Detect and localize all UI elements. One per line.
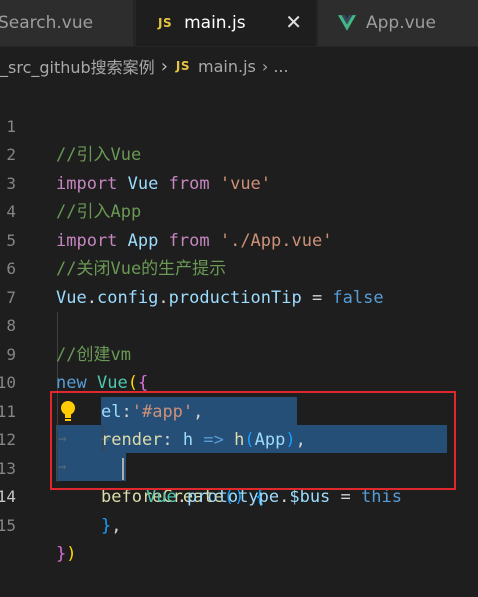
tab-label: Search.vue (0, 13, 94, 33)
code-line: 2 import Vue from 'vue' (0, 113, 478, 194)
code-line: 1 //引入Vue (0, 84, 478, 166)
code-line: 3 //引入App (0, 141, 478, 223)
code-line: 9 new Vue({ (0, 312, 478, 394)
breadcrumb: _src_github搜索案例 › JS main.js › ... (0, 47, 478, 85)
tab-label: App.vue (366, 13, 436, 33)
breadcrumb-file[interactable]: main.js (198, 57, 256, 76)
punctuation: , (111, 515, 122, 536)
tab-label: main.js (184, 13, 246, 33)
bracket: ) (66, 544, 77, 564)
code-line: 4 import App from './App.vue' (0, 170, 478, 251)
tab-app-vue[interactable]: App.vue (318, 0, 478, 46)
line-number: 15 (0, 515, 16, 535)
code-text: }, (101, 512, 122, 541)
bracket: } (101, 515, 112, 536)
close-icon[interactable]: ✕ (285, 11, 302, 33)
code-editor[interactable]: → → → 1 //引入Vue 2 import Vue from 'vue' … (0, 84, 478, 564)
code-text: }) (56, 540, 77, 569)
code-line: 10 el:'#app', (0, 341, 478, 422)
js-file-icon: JS (158, 16, 173, 30)
editor-tab-bar: Search.vue JS main.js ✕ App.vue (0, 0, 478, 47)
bracket: } (56, 544, 67, 564)
tab-main-js[interactable]: JS main.js ✕ (136, 0, 316, 46)
code-line: 5 //关闭Vue的生产提示 (0, 198, 478, 280)
vue-icon (338, 15, 356, 31)
code-line: 6 Vue.config.productionTip = false (0, 227, 478, 308)
chevron-right-icon: › (160, 55, 168, 77)
breadcrumb-folder[interactable]: _src_github搜索案例 (0, 54, 155, 78)
code-line: 7 (0, 255, 478, 307)
code-line: 8 //创建vm (0, 284, 478, 365)
js-file-icon: JS (175, 59, 190, 73)
breadcrumb-more[interactable]: › ... (262, 57, 289, 76)
highlight-annotation-box (50, 391, 456, 490)
tab-search-vue[interactable]: Search.vue (0, 0, 134, 46)
